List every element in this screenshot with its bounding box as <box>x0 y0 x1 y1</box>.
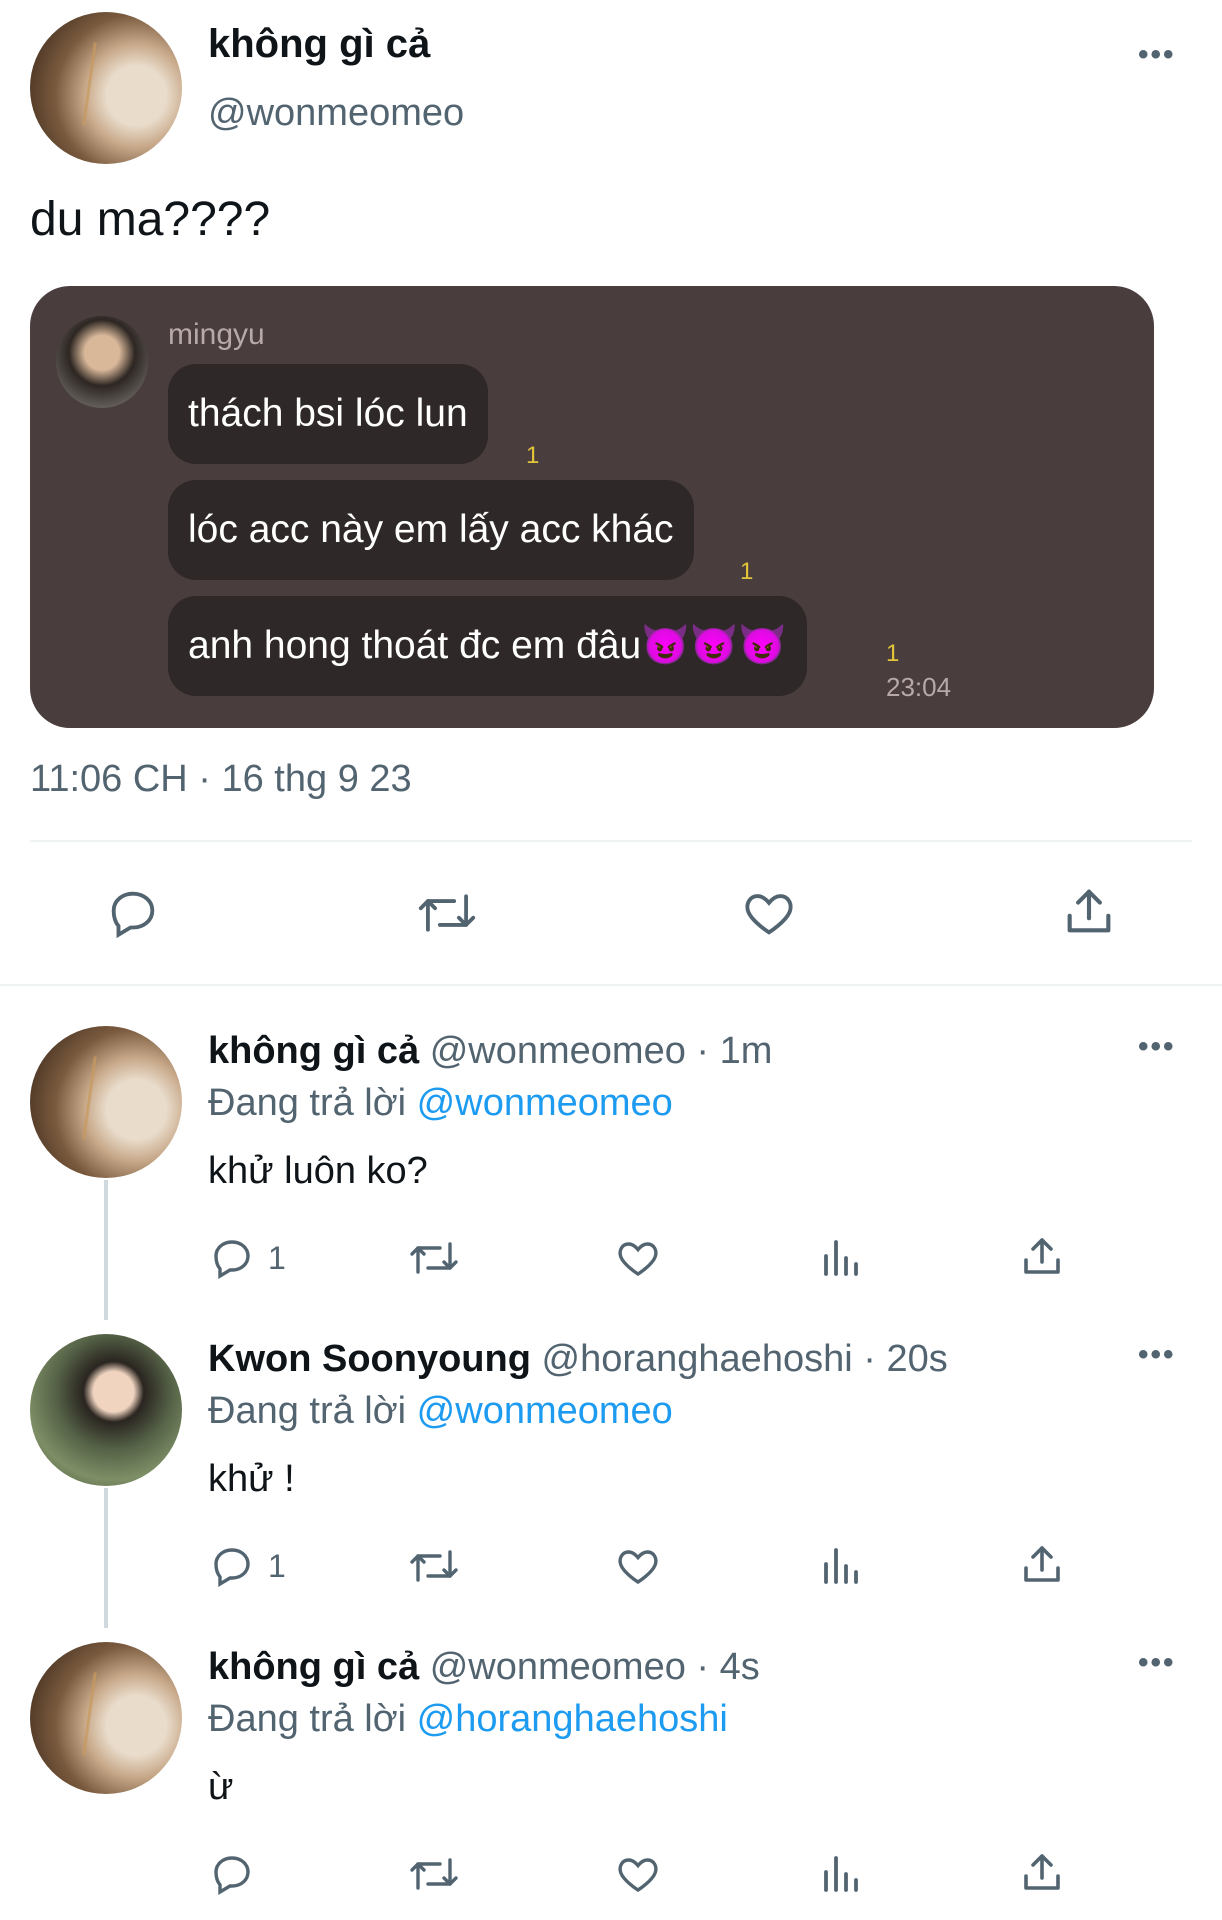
replying-label: Đang trả lời <box>208 1082 407 1124</box>
replying-to: Đang trả lời @wonmeomeo <box>208 1082 673 1125</box>
avatar[interactable] <box>30 12 182 164</box>
reply-bubble-icon[interactable] <box>208 1542 256 1590</box>
reply-header: không gì cả @wonmeomeo · 4s <box>208 1646 760 1689</box>
views-bar-chart-icon[interactable] <box>818 1542 866 1590</box>
mention-link[interactable]: @wonmeomeo <box>417 1390 673 1432</box>
chat-sender-avatar <box>56 316 148 408</box>
thread-line <box>104 1488 108 1628</box>
avatar[interactable] <box>30 1642 182 1794</box>
reply-bubble-icon[interactable] <box>208 1234 256 1282</box>
reply-bubble-icon[interactable] <box>208 1850 256 1898</box>
share-upload-icon[interactable] <box>1018 1540 1066 1588</box>
chat-message: anh hong thoát đc em đâu😈😈😈 <box>168 596 807 696</box>
replying-label: Đang trả lời <box>208 1390 407 1432</box>
thread-line <box>104 1180 108 1320</box>
reply-header: Kwon Soonyoung @horanghaehoshi · 20s <box>208 1338 948 1381</box>
chat-message: lóc acc này em lấy acc khác <box>168 480 694 580</box>
heart-icon[interactable] <box>614 1542 662 1590</box>
heart-icon[interactable] <box>614 1234 662 1282</box>
chat-message: thách bsi lóc lun <box>168 364 488 464</box>
reply-text: khử ! <box>208 1458 295 1500</box>
views-bar-chart-icon[interactable] <box>818 1234 866 1282</box>
author-display-name[interactable]: Kwon Soonyoung <box>208 1338 531 1380</box>
more-dots-icon[interactable]: ••• <box>1138 1338 1176 1372</box>
post-time[interactable]: · 1m <box>696 1030 772 1072</box>
read-count: 1 <box>886 640 900 667</box>
author-handle[interactable]: @wonmeomeo <box>208 92 464 135</box>
section-divider <box>0 984 1222 986</box>
share-upload-icon[interactable] <box>1018 1232 1066 1280</box>
reply-count: 1 <box>268 1548 286 1584</box>
reply-count: 1 <box>268 1240 286 1276</box>
divider <box>30 840 1192 842</box>
heart-icon[interactable] <box>740 884 798 942</box>
share-upload-icon[interactable] <box>1018 1848 1066 1896</box>
retweet-icon[interactable] <box>408 1850 460 1898</box>
more-dots-icon[interactable]: ••• <box>1138 38 1176 72</box>
views-bar-chart-icon[interactable] <box>818 1850 866 1898</box>
tweet-timestamp[interactable]: 11:06 CH · 16 thg 9 23 <box>30 758 412 801</box>
retweet-icon[interactable] <box>408 1542 460 1590</box>
author-display-name[interactable]: không gì cả <box>208 1030 419 1072</box>
reply-header: không gì cả @wonmeomeo · 1m <box>208 1030 772 1073</box>
share-upload-icon[interactable] <box>1060 882 1118 940</box>
author-display-name[interactable]: không gì cả <box>208 22 430 67</box>
retweet-icon[interactable] <box>416 884 478 942</box>
reply-text: khử luôn ko? <box>208 1150 428 1192</box>
author-display-name[interactable]: không gì cả <box>208 1646 419 1688</box>
reply-bubble-icon[interactable] <box>104 884 162 942</box>
read-count: 1 <box>740 558 754 585</box>
retweet-icon[interactable] <box>408 1234 460 1282</box>
tweet-text: du ma???? <box>30 193 271 246</box>
avatar[interactable] <box>30 1026 182 1178</box>
author-handle[interactable]: @wonmeomeo <box>430 1646 686 1688</box>
post-time[interactable]: · 20s <box>863 1338 947 1380</box>
more-dots-icon[interactable]: ••• <box>1138 1030 1176 1064</box>
chat-time: 23:04 <box>886 672 952 702</box>
post-time[interactable]: · 4s <box>696 1646 759 1688</box>
author-handle[interactable]: @horanghaehoshi <box>542 1338 853 1380</box>
reply-text: ừ <box>208 1766 234 1808</box>
mention-link[interactable]: @wonmeomeo <box>417 1082 673 1124</box>
read-count: 1 <box>526 442 540 469</box>
more-dots-icon[interactable]: ••• <box>1138 1646 1176 1680</box>
replying-to: Đang trả lời @wonmeomeo <box>208 1390 673 1433</box>
avatar[interactable] <box>30 1334 182 1486</box>
replying-label: Đang trả lời <box>208 1698 407 1740</box>
author-handle[interactable]: @wonmeomeo <box>430 1030 686 1072</box>
mention-link[interactable]: @horanghaehoshi <box>417 1698 728 1740</box>
chat-sender-name: mingyu <box>168 318 265 351</box>
chat-screenshot[interactable]: mingyu thách bsi lóc lun 1 lóc acc này e… <box>30 286 1154 728</box>
replying-to: Đang trả lời @horanghaehoshi <box>208 1698 728 1741</box>
heart-icon[interactable] <box>614 1850 662 1898</box>
